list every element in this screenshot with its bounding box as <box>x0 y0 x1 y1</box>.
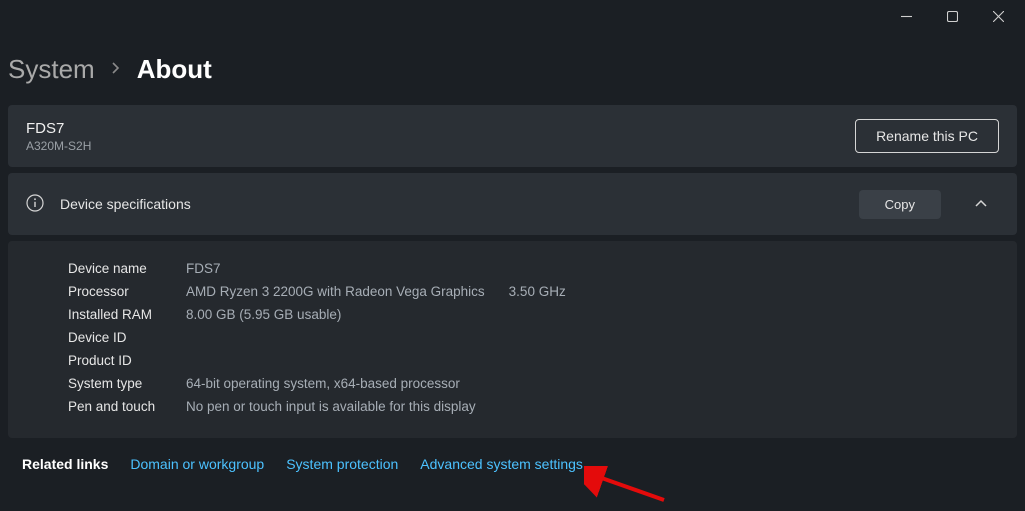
spec-label-device-name: Device name <box>68 261 186 276</box>
minimize-button[interactable] <box>883 0 929 32</box>
spec-label-pen-touch: Pen and touch <box>68 399 186 414</box>
device-spec-body: Device name FDS7 Processor AMD Ryzen 3 2… <box>8 241 1017 438</box>
link-domain-workgroup[interactable]: Domain or workgroup <box>130 456 264 472</box>
spec-value-pen-touch: No pen or touch input is available for t… <box>186 399 476 414</box>
device-spec-title: Device specifications <box>60 196 843 212</box>
spec-label-system-type: System type <box>68 376 186 391</box>
spec-value-ram: 8.00 GB (5.95 GB usable) <box>186 307 341 322</box>
spec-value-processor-speed: 3.50 GHz <box>509 284 566 299</box>
close-button[interactable] <box>975 0 1021 32</box>
pc-card: FDS7 A320M-S2H Rename this PC <box>8 105 1017 167</box>
page-title: About <box>137 54 212 85</box>
spec-row: Product ID <box>68 349 995 372</box>
spec-value-processor: AMD Ryzen 3 2200G with Radeon Vega Graph… <box>186 284 485 299</box>
related-links: Related links Domain or workgroup System… <box>8 444 1017 472</box>
chevron-right-icon <box>111 61 121 78</box>
pc-model: A320M-S2H <box>26 139 91 153</box>
spec-row: Device name FDS7 <box>68 257 995 280</box>
pc-name: FDS7 <box>26 120 91 137</box>
copy-button[interactable]: Copy <box>859 190 941 219</box>
spec-value-system-type: 64-bit operating system, x64-based proce… <box>186 376 460 391</box>
breadcrumb-parent[interactable]: System <box>8 54 95 85</box>
spec-row: System type 64-bit operating system, x64… <box>68 372 995 395</box>
spec-label-ram: Installed RAM <box>68 307 186 322</box>
spec-value-device-name: FDS7 <box>186 261 221 276</box>
spec-row: Pen and touch No pen or touch input is a… <box>68 395 995 418</box>
spec-row: Installed RAM 8.00 GB (5.95 GB usable) <box>68 303 995 326</box>
breadcrumb: System About <box>0 32 1025 105</box>
info-icon <box>26 194 44 215</box>
rename-pc-button[interactable]: Rename this PC <box>855 119 999 153</box>
annotation-arrow <box>584 466 674 506</box>
titlebar <box>0 0 1025 32</box>
spec-label-device-id: Device ID <box>68 330 186 345</box>
link-advanced-system-settings[interactable]: Advanced system settings <box>420 456 583 472</box>
chevron-up-icon <box>974 197 988 211</box>
collapse-toggle[interactable] <box>963 187 999 221</box>
spec-label-product-id: Product ID <box>68 353 186 368</box>
spec-row: Processor AMD Ryzen 3 2200G with Radeon … <box>68 280 995 303</box>
link-system-protection[interactable]: System protection <box>286 456 398 472</box>
maximize-button[interactable] <box>929 0 975 32</box>
spec-label-processor: Processor <box>68 284 186 299</box>
spec-row: Device ID <box>68 326 995 349</box>
pc-info: FDS7 A320M-S2H <box>26 120 91 153</box>
related-links-title: Related links <box>22 456 108 472</box>
device-spec-header[interactable]: Device specifications Copy <box>8 173 1017 235</box>
